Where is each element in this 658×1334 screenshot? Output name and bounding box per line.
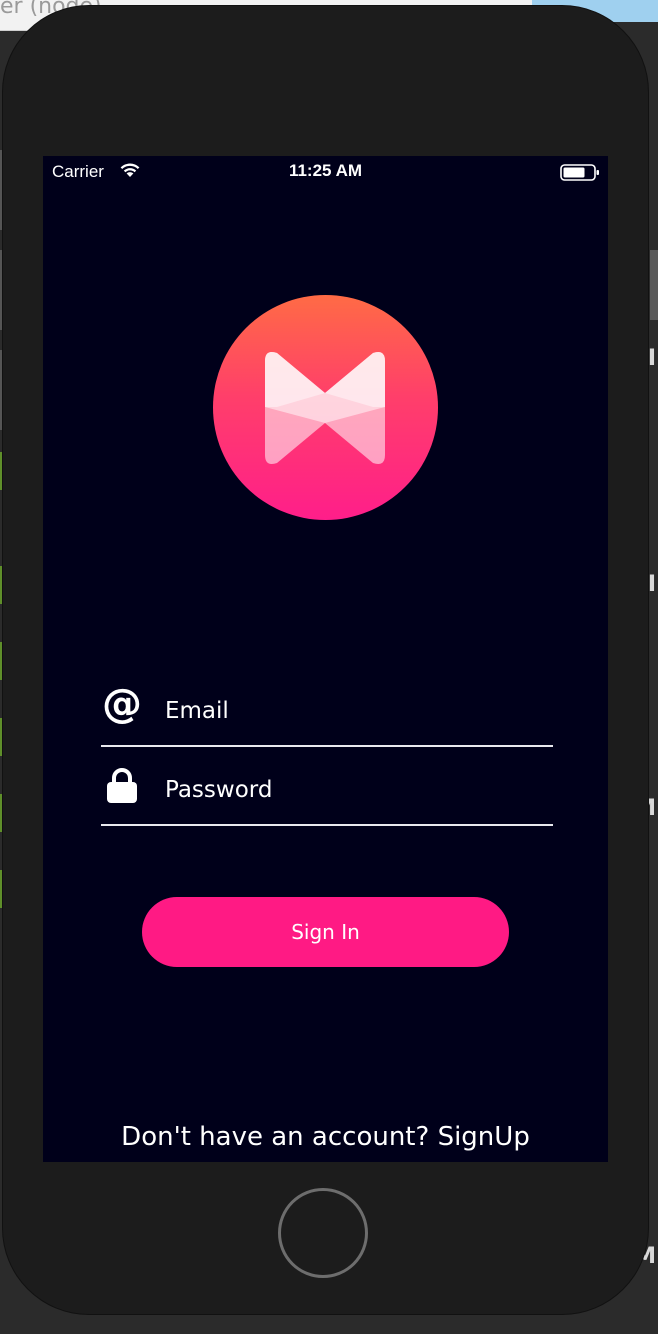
- bowtie-icon: [265, 352, 385, 464]
- signup-prompt: Don't have an account? SignUp: [43, 1122, 608, 1152]
- password-input[interactable]: [165, 770, 545, 810]
- email-input[interactable]: [165, 691, 545, 731]
- clock: 11:25 AM: [288, 161, 363, 180]
- at-sign-icon: @: [101, 681, 145, 729]
- email-field-row: @: [101, 681, 553, 747]
- musixmatch-logo: [213, 295, 438, 520]
- status-bar: Carrier 11:25 AM: [43, 156, 608, 188]
- login-screen: Carrier 11:25 AM @ Email Sign In Don't h…: [43, 156, 608, 1162]
- battery-icon: [560, 164, 600, 186]
- background-letter: I: [647, 346, 656, 371]
- home-button[interactable]: [278, 1188, 368, 1278]
- sign-in-button[interactable]: Sign In: [142, 897, 509, 967]
- password-field-row: [101, 764, 553, 826]
- signup-prefix-text: Don't have an account?: [121, 1122, 438, 1152]
- lock-icon: [101, 764, 145, 808]
- background-strip: [650, 250, 658, 320]
- background-letter: I: [647, 572, 656, 597]
- signup-link[interactable]: SignUp: [438, 1122, 530, 1152]
- svg-text:@: @: [102, 685, 142, 727]
